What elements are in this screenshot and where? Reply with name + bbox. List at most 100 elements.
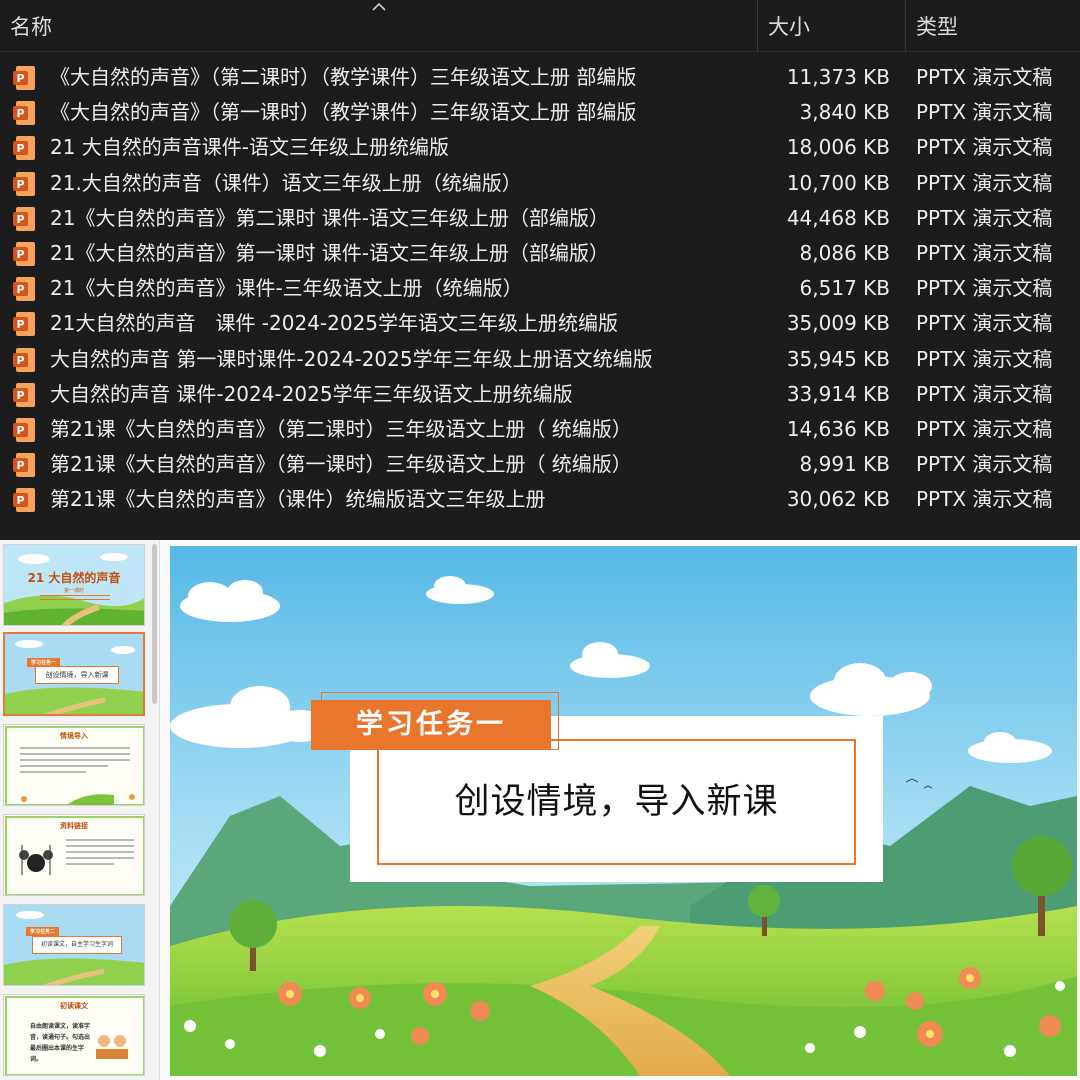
file-size: 8,991 KB — [799, 452, 890, 477]
slide-canvas[interactable]: 学习任务一 创设情境，导入新课 — [170, 546, 1077, 1076]
thumbnail-tag: 学习任务二 — [26, 927, 60, 936]
svg-text:P: P — [16, 178, 24, 191]
file-row[interactable]: P 第21课《大自然的声音》（第二课时）三年级语文上册（ 统编版） 14,636 K… — [0, 412, 1080, 447]
svg-text:P: P — [16, 389, 24, 402]
slide-thumbnail-pane: 21 大自然的声音 第一课时 学习任务一 创设情境，导入新课 情境导入 资料链接… — [0, 540, 160, 1080]
slide-thumbnail-2[interactable]: 学习任务一 创设情境，导入新课 — [3, 632, 145, 716]
file-name: 大自然的声音 课件-2024-2025学年三年级语文上册统编版 — [50, 381, 573, 406]
powerpoint-file-icon: P — [13, 101, 35, 126]
powerpoint-file-icon: P — [13, 453, 35, 478]
file-size: 10,700 KB — [786, 170, 890, 195]
column-header-bar: 名称 大小 类型 — [0, 0, 1080, 52]
powerpoint-file-icon: P — [13, 242, 35, 266]
file-name: 21《大自然的声音》课件-三年级语文上册（统编版） — [50, 276, 523, 301]
file-name: 第21课《大自然的声音》（第一课时）三年级语文上册（ 统编版） — [50, 452, 632, 477]
thumbnail-heading: 情境导入 — [60, 732, 88, 740]
file-row[interactable]: P 《大自然的声音》（第二课时）（教学课件）三年级语文上册 部编版 11,373 K… — [0, 60, 1080, 95]
file-name: 21大自然的声音 课件 -2024-2025学年语文三年级上册统编版 — [50, 311, 619, 336]
file-size: 30,062 KB — [786, 487, 890, 512]
file-name: 《大自然的声音》（第一课时）（教学课件）三年级语文上册 部编版 — [50, 100, 637, 125]
file-name: 《大自然的声音》（第二课时）（教学课件）三年级语文上册 部编版 — [50, 65, 637, 89]
file-row[interactable]: P 21.大自然的声音（课件）语文三年级上册（统编版） 10,700 KB PPTX … — [0, 166, 1080, 201]
thumbnail-text-lines — [20, 747, 130, 777]
file-row[interactable]: P 21《大自然的声音》课件-三年级语文上册（统编版） 6,517 KB PPTX 演… — [0, 271, 1080, 306]
file-type: PPTX 演示文稿 — [916, 276, 1053, 301]
svg-text:P: P — [16, 459, 24, 472]
thumbnail-heading: 初读课文 — [60, 1002, 88, 1010]
thumbnail-text-lines — [66, 839, 134, 869]
file-type: PPTX 演示文稿 — [916, 346, 1053, 371]
file-type: PPTX 演示文稿 — [916, 241, 1053, 265]
file-name: 21《大自然的声音》第二课时 课件-语文三年级上册（部编版） — [50, 205, 610, 230]
file-type: PPTX 演示文稿 — [916, 170, 1053, 195]
powerpoint-file-icon: P — [13, 382, 35, 407]
file-size: 35,945 KB — [786, 346, 890, 371]
file-row[interactable]: P 大自然的声音 第一课时课件-2024-2025学年三年级上册语文统编版 35,9… — [0, 342, 1080, 377]
thumbnail-box: 初读课文，自主学习生字词 — [32, 936, 122, 954]
file-type: PPTX 演示文稿 — [916, 452, 1053, 477]
powerpoint-file-icon: P — [13, 171, 35, 196]
svg-text:P: P — [16, 107, 24, 120]
file-row[interactable]: P 21大自然的声音 课件 -2024-2025学年语文三年级上册统编版 35,00… — [0, 306, 1080, 341]
thumbnail-box: 创设情境，导入新课 — [35, 666, 119, 684]
thumbnail-heading: 资料链接 — [60, 822, 88, 830]
slide-thumbnail-5[interactable]: 学习任务二 初读课文，自主学习生字词 — [3, 904, 145, 986]
file-row[interactable]: P 第21课《大自然的声音》（课件）统编版语文三年级上册 30,062 KB PPTX… — [0, 482, 1080, 517]
thumbnail-rule — [40, 595, 110, 600]
slide-thumbnail-3[interactable]: 情境导入 — [3, 724, 145, 806]
file-size: 18,006 KB — [786, 135, 890, 160]
file-size: 44,468 KB — [786, 205, 890, 230]
slide-thumbnail-6[interactable]: 初读课文 自由朗读课文，读准字音，读通句子。勾选出最后圈出本课的生字词。 — [3, 994, 145, 1076]
file-type: PPTX 演示文稿 — [916, 311, 1053, 336]
file-size: 3,840 KB — [799, 100, 890, 125]
file-row[interactable]: P 《大自然的声音》（第一课时）（教学课件）三年级语文上册 部编版 3,840 KB… — [0, 95, 1080, 130]
column-header-type[interactable]: 类型 — [905, 0, 1080, 52]
thumbnail-body-text: 自由朗读课文，读准字音，读通句子。勾选出最后圈出本课的生字词。 — [30, 1023, 91, 1063]
svg-text:P: P — [16, 72, 24, 85]
slide-headline[interactable]: 创设情境，导入新课 — [377, 739, 856, 865]
thumbnail-scrollbar[interactable] — [152, 544, 157, 704]
sort-ascending-icon[interactable] — [371, 2, 387, 12]
column-header-size[interactable]: 大小 — [757, 0, 905, 52]
file-row[interactable]: P 第21课《大自然的声音》（第一课时）三年级语文上册（ 统编版） 8,991 KB… — [0, 447, 1080, 482]
powerpoint-file-icon: P — [13, 418, 35, 442]
powerpoint-file-icon: P — [13, 206, 35, 231]
powerpoint-file-icon: P — [13, 136, 35, 161]
svg-text:P: P — [16, 283, 24, 296]
file-row[interactable]: P 21《大自然的声音》第一课时 课件-语文三年级上册（部编版） 8,086 KB P… — [0, 236, 1080, 271]
slide-thumbnail-4[interactable]: 资料链接 — [3, 814, 145, 896]
file-explorer: 名称 大小 类型 P 《大自然的声音》（第二课时）（教学课件）三年级语文上册 部编… — [0, 0, 1080, 540]
file-row[interactable]: P 大自然的声音 课件-2024-2025学年三年级语文上册统编版 33,914 K… — [0, 377, 1080, 412]
thumbnail-subtitle: 第一课时 — [63, 588, 84, 594]
slide-thumbnail-1[interactable]: 21 大自然的声音 第一课时 — [3, 544, 145, 626]
svg-text:P: P — [16, 354, 24, 367]
file-type: PPTX 演示文稿 — [916, 205, 1053, 230]
powerpoint-file-icon: P — [13, 347, 35, 372]
powerpoint-file-icon: P — [13, 312, 35, 337]
file-type: PPTX 演示文稿 — [916, 417, 1053, 441]
powerpoint-file-icon: P — [13, 66, 35, 90]
file-type: PPTX 演示文稿 — [916, 65, 1053, 89]
file-name: 大自然的声音 第一课时课件-2024-2025学年三年级上册语文统编版 — [50, 346, 653, 371]
file-name: 21《大自然的声音》第一课时 课件-语文三年级上册（部编版） — [50, 241, 610, 265]
presentation-editor: 21 大自然的声音 第一课时 学习任务一 创设情境，导入新课 情境导入 资料链接… — [0, 540, 1080, 1080]
file-row[interactable]: P 21 大自然的声音课件-语文三年级上册统编版 18,006 KB PPTX 演示文… — [0, 130, 1080, 165]
svg-text:P: P — [16, 213, 24, 226]
powerpoint-file-icon: P — [13, 277, 35, 302]
file-name: 第21课《大自然的声音》（课件）统编版语文三年级上册 — [50, 487, 546, 512]
file-name: 21.大自然的声音（课件）语文三年级上册（统编版） — [50, 170, 522, 195]
powerpoint-file-icon: P — [13, 488, 35, 513]
file-row[interactable]: P 21《大自然的声音》第二课时 课件-语文三年级上册（部编版） 44,468 KB… — [0, 201, 1080, 236]
file-type: PPTX 演示文稿 — [916, 381, 1053, 406]
file-size: 14,636 KB — [786, 417, 890, 441]
file-size: 6,517 KB — [799, 276, 890, 301]
svg-text:P: P — [16, 494, 24, 507]
file-type: PPTX 演示文稿 — [916, 100, 1053, 125]
file-type: PPTX 演示文稿 — [916, 487, 1053, 512]
svg-text:P: P — [16, 248, 24, 261]
svg-text:P: P — [16, 424, 24, 437]
file-size: 33,914 KB — [786, 381, 890, 406]
file-type: PPTX 演示文稿 — [916, 135, 1053, 160]
file-name: 第21课《大自然的声音》（第二课时）三年级语文上册（ 统编版） — [50, 417, 632, 441]
svg-text:P: P — [16, 142, 24, 155]
